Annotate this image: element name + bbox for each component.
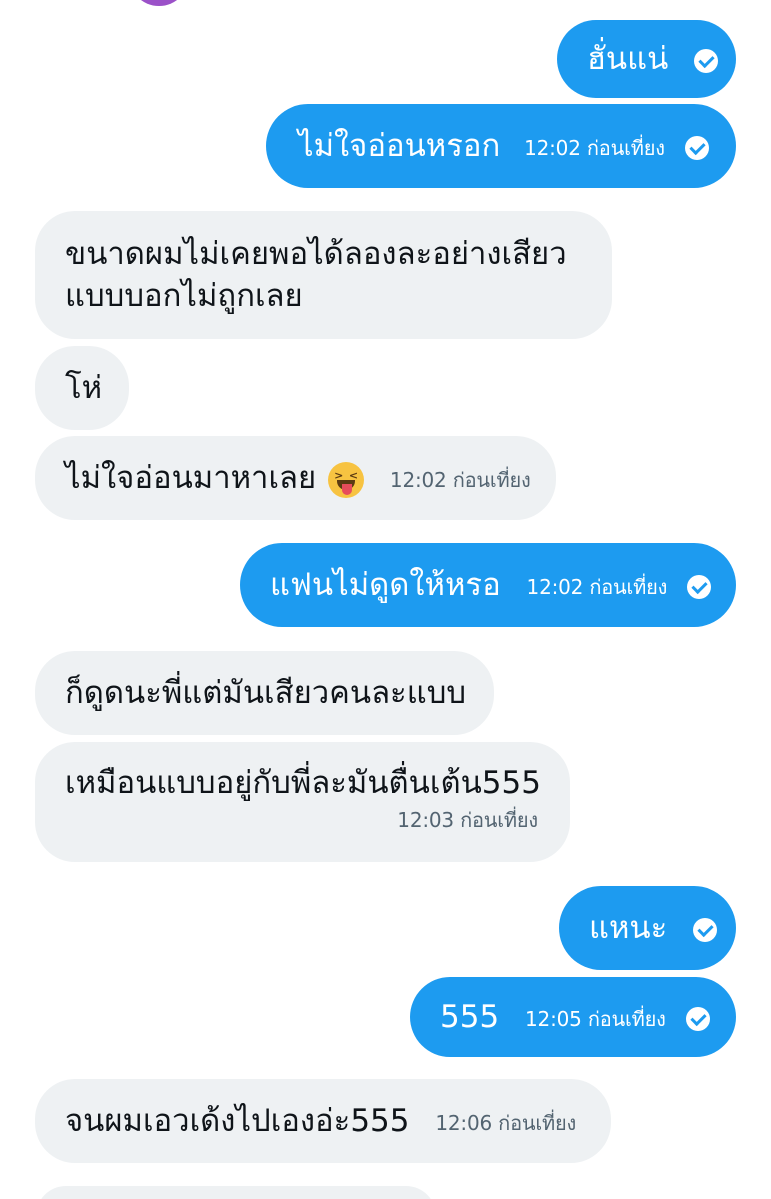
message-text: ฮั่นแน่ [587,41,669,77]
message-text: ก็ดูดนะพี่แต่มันเสียวคนละแบบ [65,675,467,711]
message-timestamp: 12:06 ก่อนเที่ยง [435,1110,577,1135]
message-text-line: ขนาดผมไม่เคยพอได้ลองละอย่างเสียว [65,236,567,272]
message-bubble-outgoing[interactable]: แฟนไม่ดูดให้หรอ 12:02 ก่อนเที่ยง [240,543,736,627]
message-bubble-incoming[interactable]: จนผมเอวเด้งไปเองอ่ะ555 12:06 ก่อนเที่ยง [35,1079,611,1163]
chat-screen: ฮั่นแน่ ไม่ใจอ่อนหรอก 12:02 ก่อนเที่ยง ข… [0,0,771,1199]
message-timestamp: 12:02 ก่อนเที่ยง [389,467,531,492]
message-timestamp: 12:02 ก่อนเที่ยง [524,135,665,160]
message-timestamp: 12:05 ก่อนเที่ยง [525,1006,666,1031]
message-text: แฟนไม่ดูดให้หรอ [270,567,501,603]
squinting-face-with-tongue-icon: > < [328,461,365,498]
message-text: เหมือนแบบอยู่กับพี่ละมันตื่นเต้น555 [65,765,541,801]
check-circle-icon [694,48,719,73]
message-bubble-outgoing[interactable]: แหนะ [559,886,736,970]
message-bubble-outgoing[interactable]: ฮั่นแน่ [557,20,736,98]
message-text: จนผมเอวเด้งไปเองอ่ะ555 [65,1103,410,1139]
message-bubble-outgoing[interactable]: ไม่ใจอ่อนหรอก 12:02 ก่อนเที่ยง [266,104,736,188]
message-timestamp: 12:03 ก่อนเที่ยง [397,807,538,832]
message-bubble-outgoing[interactable]: 555 12:05 ก่อนเที่ยง [410,977,736,1057]
message-bubble-incoming[interactable]: โห่ [35,346,129,430]
check-circle-icon [684,135,709,160]
message-bubble-incoming-partial[interactable] [36,1186,436,1199]
check-circle-icon [685,1006,710,1031]
check-circle-icon [687,574,712,599]
message-text-line: แบบบอกไม่ถูกเลย [65,278,303,314]
message-text: ไม่ใจอ่อนมาหาเลย [65,460,317,496]
message-bubble-incoming[interactable]: ขนาดผมไม่เคยพอได้ลองละอย่างเสียว แบบบอกไ… [35,211,612,339]
message-text: ไม่ใจอ่อนหรอก [298,128,501,164]
message-bubble-incoming[interactable]: ก็ดูดนะพี่แต่มันเสียวคนละแบบ [35,651,494,735]
message-text: แหนะ [589,910,668,946]
message-text: โห่ [65,370,103,406]
check-circle-icon [693,917,718,942]
message-bubble-incoming[interactable]: ไม่ใจอ่อนมาหาเลย > < 12:02 ก่อนเที่ยง [35,436,556,520]
message-bubble-incoming[interactable]: เหมือนแบบอยู่กับพี่ละมันตื่นเต้น555 12:0… [35,742,570,862]
message-text: 555 [440,999,500,1035]
avatar[interactable] [128,0,190,6]
message-timestamp: 12:02 ก่อนเที่ยง [526,574,668,599]
